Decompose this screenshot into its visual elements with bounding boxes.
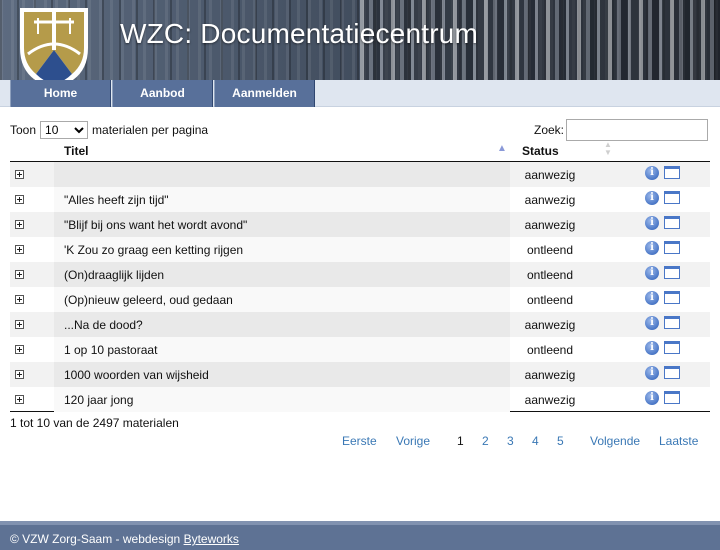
table-row: 1000 woorden van wijsheid aanwezig i <box>10 362 710 387</box>
window-icon[interactable] <box>664 266 680 279</box>
info-icon[interactable]: i <box>645 366 659 380</box>
row-status: aanwezig <box>524 368 576 382</box>
expand-icon[interactable] <box>15 220 24 229</box>
row-title: 120 jaar jong <box>64 393 134 407</box>
pagination-page-3[interactable]: 3 <box>507 434 514 448</box>
footer-byteworks-link[interactable]: Byteworks <box>184 532 239 546</box>
nav-item-aanmelden[interactable]: Aanmelden <box>214 80 315 107</box>
row-status: ontleend <box>526 293 574 307</box>
table-row: 'K Zou zo graag een ketting rijgen ontle… <box>10 237 710 262</box>
info-icon[interactable]: i <box>645 166 659 180</box>
row-title: 'K Zou zo graag een ketting rijgen <box>64 243 244 257</box>
window-icon[interactable] <box>664 316 680 329</box>
info-icon[interactable]: i <box>645 291 659 305</box>
row-title: (Op)nieuw geleerd, oud gedaan <box>64 293 233 307</box>
row-title: 1000 woorden van wijsheid <box>64 368 209 382</box>
search-input[interactable] <box>566 119 709 141</box>
window-icon[interactable] <box>664 366 680 379</box>
pagination-page-4[interactable]: 4 <box>532 434 539 448</box>
info-icon[interactable]: i <box>645 341 659 355</box>
search-control: Zoek: <box>534 119 709 141</box>
expand-icon[interactable] <box>15 170 24 179</box>
table-row: ...Na de dood? aanwezig i <box>10 312 710 337</box>
expand-icon[interactable] <box>15 345 24 354</box>
info-icon[interactable]: i <box>645 216 659 230</box>
expand-icon[interactable] <box>15 195 24 204</box>
info-icon[interactable]: i <box>645 191 659 205</box>
pagination-next[interactable]: Volgende <box>590 434 640 448</box>
table-row: "Blijf bij ons want het wordt avond" aan… <box>10 212 710 237</box>
materials-table: Titel ▲ Status ▲ ▼ aanwezig i "Alles heef… <box>10 140 710 412</box>
info-icon[interactable]: i <box>645 391 659 405</box>
row-status: ontleend <box>526 268 574 282</box>
row-title: 1 op 10 pastoraat <box>64 343 158 357</box>
pagination-page-2[interactable]: 2 <box>482 434 489 448</box>
info-icon[interactable]: i <box>645 241 659 255</box>
row-title: (On)draaglijk lijden <box>64 268 165 282</box>
table-row: "Alles heeft zijn tijd" aanwezig i <box>10 187 710 212</box>
logo-icon <box>20 8 88 80</box>
footer-text-wrapper: © VZW Zorg-Saam - webdesign Byteworks <box>10 532 239 546</box>
sort-ascending-icon: ▲ <box>497 143 507 154</box>
pagination-last[interactable]: Laatste <box>659 434 698 448</box>
row-status: ontleend <box>526 243 574 257</box>
row-title: "Alles heeft zijn tijd" <box>64 193 169 207</box>
table-row: (Op)nieuw geleerd, oud gedaan ontleend i <box>10 287 710 312</box>
row-status: aanwezig <box>524 168 576 182</box>
page-length-control: Toon 10 materialen per pagina <box>10 121 208 139</box>
footer-copyright: © VZW Zorg-Saam - webdesign <box>10 532 181 546</box>
row-status: aanwezig <box>524 318 576 332</box>
table-info: 1 tot 10 van de 2497 materialen <box>10 416 179 430</box>
page-size-select[interactable]: 10 <box>40 121 89 139</box>
window-icon[interactable] <box>664 216 680 229</box>
expand-icon[interactable] <box>15 320 24 329</box>
window-icon[interactable] <box>664 391 680 404</box>
pagination-first[interactable]: Eerste <box>342 434 377 448</box>
table-row: aanwezig i <box>10 162 710 187</box>
expand-icon[interactable] <box>15 295 24 304</box>
row-status: aanwezig <box>524 393 576 407</box>
main-nav: Home Aanbod Aanmelden <box>0 80 720 107</box>
sorted-column-cell <box>54 162 510 187</box>
header-banner: WZC: Documentatiecentrum <box>0 0 720 80</box>
window-icon[interactable] <box>664 191 680 204</box>
search-label: Zoek: <box>534 123 565 137</box>
sort-both-icon: ▲ ▼ <box>604 140 612 157</box>
pagination-page-5[interactable]: 5 <box>557 434 564 448</box>
table-row: (On)draaglijk lijden ontleend i <box>10 262 710 287</box>
expand-icon[interactable] <box>15 370 24 379</box>
expand-icon[interactable] <box>15 245 24 254</box>
page-size-suffix: materialen per pagina <box>92 123 209 137</box>
column-header-status[interactable]: Status <box>522 144 559 158</box>
window-icon[interactable] <box>664 291 680 304</box>
column-header-titel[interactable]: Titel <box>64 144 88 158</box>
row-status: ontleend <box>526 343 574 357</box>
info-icon[interactable]: i <box>645 316 659 330</box>
table-header: Titel ▲ Status ▲ ▼ <box>10 140 710 162</box>
window-icon[interactable] <box>664 241 680 254</box>
row-status: aanwezig <box>524 218 576 232</box>
pagination-previous[interactable]: Vorige <box>396 434 430 448</box>
nav-item-aanbod[interactable]: Aanbod <box>112 80 213 107</box>
site-title: WZC: Documentatiecentrum <box>120 18 479 49</box>
table-row: 1 op 10 pastoraat ontleend i <box>10 337 710 362</box>
row-title: ...Na de dood? <box>64 318 143 332</box>
show-label: Toon <box>10 123 37 137</box>
row-title: "Blijf bij ons want het wordt avond" <box>64 218 248 232</box>
table-row: 120 jaar jong aanwezig i <box>10 387 710 412</box>
row-status: aanwezig <box>524 193 576 207</box>
window-icon[interactable] <box>664 166 680 179</box>
pagination-page-1: 1 <box>457 434 464 448</box>
expand-icon[interactable] <box>15 270 24 279</box>
window-icon[interactable] <box>664 341 680 354</box>
nav-item-home[interactable]: Home <box>10 80 111 107</box>
footer: © VZW Zorg-Saam - webdesign Byteworks <box>0 521 720 550</box>
expand-icon[interactable] <box>15 395 24 404</box>
info-icon[interactable]: i <box>645 266 659 280</box>
